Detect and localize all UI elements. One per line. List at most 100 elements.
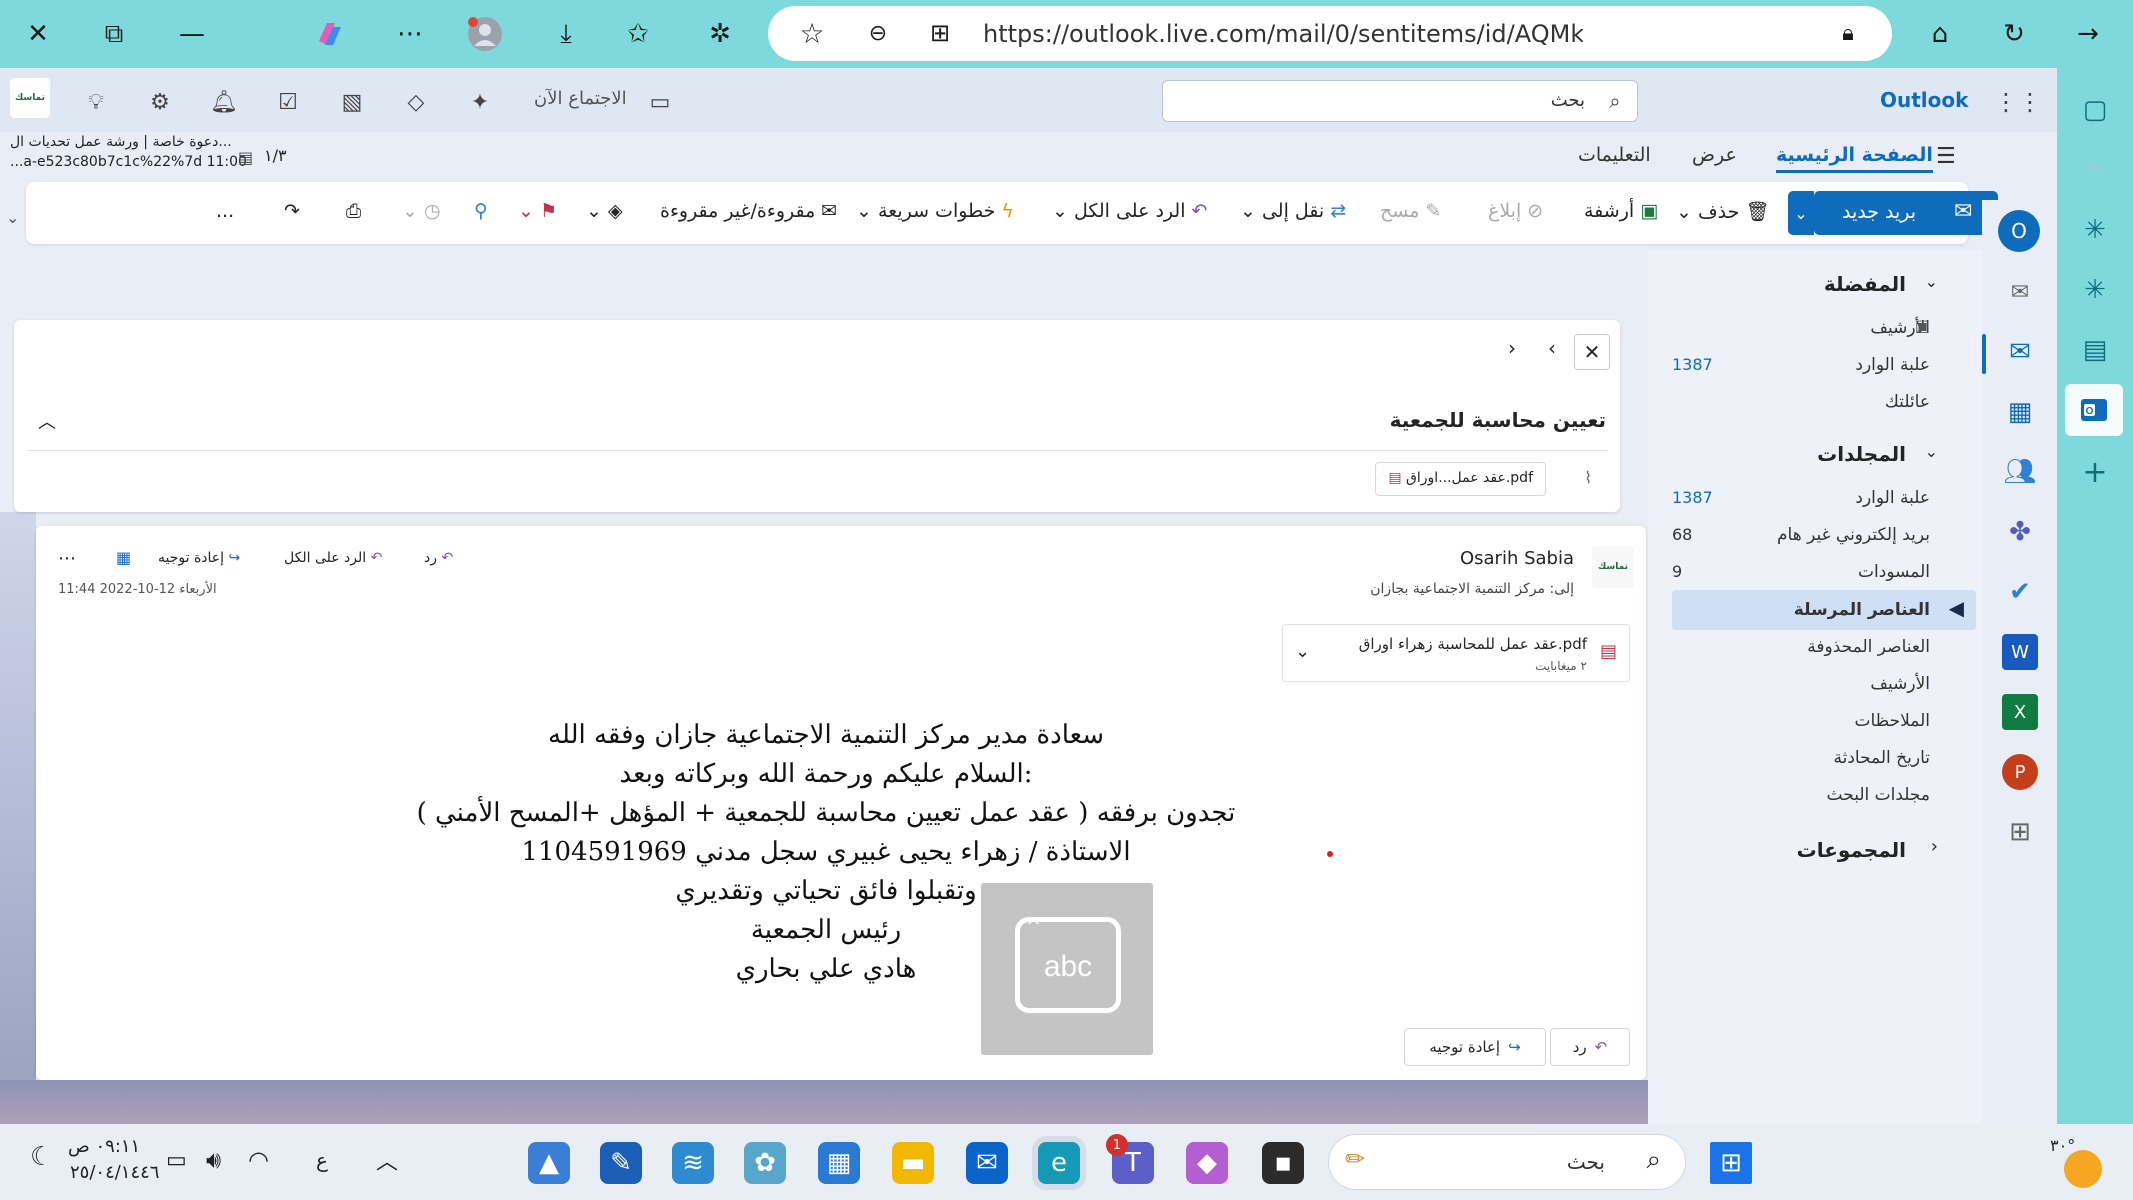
- chevron-right-icon[interactable]: ›: [1931, 836, 1938, 857]
- ribbon-collapse-icon[interactable]: ⌄: [6, 208, 19, 227]
- chevron-down-icon[interactable]: ⌄: [1925, 272, 1938, 291]
- close-reading-pane-icon[interactable]: ✕: [1574, 334, 1610, 370]
- mail-active-icon[interactable]: ✉: [2002, 334, 2038, 370]
- copilot-chat-icon[interactable]: ✳: [2075, 270, 2115, 310]
- teams-icon[interactable]: ✦: [464, 86, 496, 118]
- folder-drafts[interactable]: المسودات: [1858, 562, 1930, 582]
- volume-icon[interactable]: 🔊︎: [206, 1146, 221, 1174]
- premium-diamond-icon[interactable]: ◇: [400, 86, 432, 118]
- copilot-sparkle-icon[interactable]: ✳: [2075, 210, 2115, 250]
- read-unread-button[interactable]: مقروءة/غير مقروءة ✉: [660, 200, 837, 222]
- attachment-chip[interactable]: ▤ عقد عمل...اوراق.pdf: [1375, 462, 1546, 496]
- lock-icon[interactable]: 🔒︎: [1828, 13, 1868, 53]
- tab-home[interactable]: الصفحة الرئيسية: [1776, 144, 1933, 173]
- extensions-icon[interactable]: ✲: [700, 14, 740, 54]
- forward-arrow-icon[interactable]: →: [2068, 14, 2108, 54]
- calendar-app-icon[interactable]: ▦: [818, 1142, 860, 1184]
- tab-help[interactable]: التعليمات: [1578, 144, 1651, 166]
- to-value[interactable]: مركز التنمية الاجتماعية بجازان: [1370, 581, 1545, 597]
- sparkle-icon[interactable]: ✳: [2075, 150, 2115, 190]
- mail-app-icon[interactable]: ✉: [966, 1142, 1008, 1184]
- next-item-icon[interactable]: ›: [1508, 336, 1516, 360]
- restore-window-icon[interactable]: ⧉: [94, 14, 134, 54]
- forward-button[interactable]: إعادة توجيه ↪: [158, 550, 240, 566]
- add-icon[interactable]: +: [2075, 452, 2115, 492]
- word-icon[interactable]: W: [2002, 634, 2038, 670]
- outlook-sidebar-icon[interactable]: O: [2065, 384, 2123, 436]
- chevron-down-icon[interactable]: ⌄: [1925, 442, 1938, 461]
- new-mail-dropdown[interactable]: ⌄: [1788, 191, 1814, 235]
- folder-search-folders[interactable]: مجلدات البحث: [1827, 785, 1930, 805]
- snooze-dropdown-icon[interactable]: ⌄ ◷: [402, 200, 441, 222]
- attachment-card[interactable]: ▤ عقد عمل للمحاسبة زهراء اوراق.pdf ٢ ميغ…: [1282, 624, 1630, 682]
- outlook-brand[interactable]: Outlook: [1880, 88, 1968, 112]
- people-icon[interactable]: 👥︎: [2002, 454, 2038, 490]
- collections-icon[interactable]: ▤: [2075, 330, 2115, 370]
- app-launcher-icon[interactable]: ⋮⋮: [1994, 86, 2042, 118]
- powerpoint-icon[interactable]: P: [2002, 754, 2038, 790]
- folder-sent[interactable]: العناصر المرسلة: [1794, 600, 1930, 620]
- pin-icon[interactable]: ⚲: [474, 200, 488, 222]
- input-method-overlay[interactable]: abc ^: [981, 883, 1153, 1055]
- groups-header[interactable]: المجموعات: [1797, 838, 1906, 862]
- immersive-reader-icon[interactable]: ▦: [116, 548, 131, 567]
- new-mail-button[interactable]: بريد جديد ✉: [1814, 191, 1998, 235]
- sweep-button[interactable]: مسح ✎: [1380, 200, 1441, 222]
- show-hidden-icons-icon[interactable]: ︿: [376, 1144, 398, 1176]
- calendar-icon[interactable]: ▦: [2002, 394, 2038, 430]
- groups-icon[interactable]: ✤: [2002, 514, 2038, 550]
- move-to-button[interactable]: ⌄ نقل إلى ⇄: [1240, 200, 1346, 222]
- weather-sun-icon[interactable]: [2064, 1150, 2102, 1188]
- file-explorer-icon[interactable]: ▬: [892, 1142, 934, 1184]
- weather-temperature[interactable]: ٣٠°: [2050, 1136, 2075, 1155]
- battery-icon[interactable]: ▭: [166, 1148, 187, 1173]
- folder-deleted[interactable]: العناصر المحذوفة: [1807, 637, 1930, 657]
- more-ribbon-button[interactable]: ...: [216, 200, 234, 222]
- archive-button[interactable]: أرشفة ▣: [1584, 200, 1658, 222]
- bottom-forward-button[interactable]: إعادة توجيه ↪: [1404, 1028, 1546, 1066]
- attachment-chevron-icon[interactable]: ⌄: [1295, 641, 1310, 662]
- report-button[interactable]: إبلاغ ⊘: [1488, 200, 1543, 222]
- sender-name[interactable]: Osarih Sabia: [1460, 548, 1574, 569]
- zoom-icon[interactable]: ⊖: [858, 13, 898, 53]
- delete-button[interactable]: ⌄ حذف 🗑︎: [1676, 200, 1770, 223]
- weather-moon-icon[interactable]: ☾: [30, 1142, 53, 1172]
- redo-icon[interactable]: ↷: [284, 200, 300, 222]
- more-actions-icon[interactable]: ⋯: [58, 548, 76, 569]
- taskbar-search-box[interactable]: ✏ بحث ⌕: [1328, 1134, 1686, 1190]
- previous-item-icon[interactable]: ‹: [1548, 336, 1556, 360]
- more-apps-icon[interactable]: ⊞: [2002, 814, 2038, 850]
- pen-tool-icon[interactable]: ≋: [672, 1142, 714, 1184]
- todo-check-icon[interactable]: ✔: [2002, 574, 2038, 610]
- add-favorite-star-icon[interactable]: ☆: [792, 13, 832, 53]
- lightbulb-icon[interactable]: 💡︎: [80, 86, 112, 118]
- favorites-icon[interactable]: ✩: [618, 14, 658, 54]
- video-camera-icon[interactable]: ▭: [644, 86, 676, 118]
- photos-app-icon[interactable]: ▲: [528, 1142, 570, 1184]
- flag-button[interactable]: ⌄ ⚑: [518, 200, 557, 222]
- notification-title[interactable]: دعوة خاصة | ورشة عمل تحديات ال...: [10, 134, 232, 150]
- bottom-reply-button[interactable]: رد ↶: [1550, 1028, 1630, 1066]
- tab-actions-icon[interactable]: ▢: [2075, 90, 2115, 130]
- copilot-app-icon[interactable]: ◆: [1186, 1142, 1228, 1184]
- close-icon[interactable]: ✕: [18, 14, 58, 54]
- folder-notes[interactable]: الملاحظات: [1854, 711, 1930, 731]
- favorites-header[interactable]: المفضلة: [1824, 272, 1906, 296]
- paint-icon[interactable]: ✿: [744, 1142, 786, 1184]
- address-bar[interactable]: ☆ ⊖ ⊞ https://outlook.live.com/mail/0/se…: [768, 6, 1892, 61]
- tab-view[interactable]: عرض: [1692, 144, 1737, 166]
- profile-avatar-icon[interactable]: [465, 14, 505, 54]
- reply-all-button[interactable]: ⌄ الرد على الكل ↶: [1052, 200, 1207, 222]
- excel-icon[interactable]: X: [2002, 694, 2038, 730]
- outlook-app-icon[interactable]: O: [1998, 210, 2040, 252]
- home-icon[interactable]: ⌂: [1920, 14, 1960, 54]
- snipping-tool-icon[interactable]: ✎: [600, 1142, 642, 1184]
- mail-app-icon[interactable]: ✉: [2002, 274, 2038, 310]
- folder-inbox[interactable]: علبة الوارد: [1855, 488, 1930, 508]
- copilot-icon[interactable]: [310, 14, 350, 54]
- app-available-icon[interactable]: ⊞: [920, 13, 960, 53]
- categorize-tag-button[interactable]: ⌄ ◈: [586, 200, 623, 222]
- taskbar-time[interactable]: ٠٩:١١ ص: [68, 1136, 140, 1157]
- fav-inbox[interactable]: علبة الوارد: [1855, 355, 1930, 375]
- downloads-icon[interactable]: ⤓: [546, 14, 586, 54]
